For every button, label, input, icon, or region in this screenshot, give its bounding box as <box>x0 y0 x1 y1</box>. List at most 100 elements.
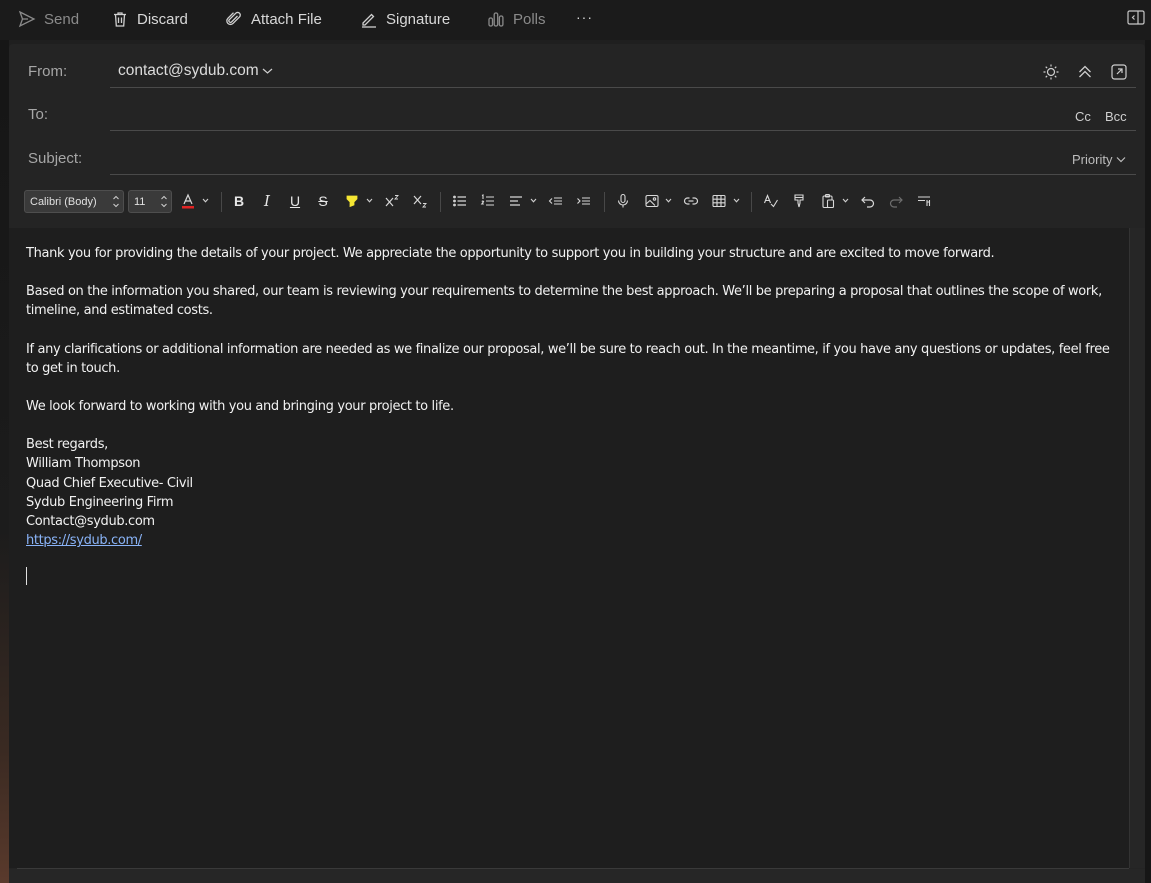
font-family-value: Calibri (Body) <box>30 195 97 208</box>
chevron-down-icon[interactable] <box>842 198 849 203</box>
compose-pane: From: contact@sydub.com To: Cc Bcc Subje… <box>9 44 1145 883</box>
strikethrough-button[interactable]: S <box>314 192 332 210</box>
microphone-icon <box>617 193 629 208</box>
editor-bottom-border <box>17 868 1129 869</box>
font-size-select[interactable]: 11 <box>128 190 172 213</box>
font-family-select[interactable]: Calibri (Body) <box>24 190 124 213</box>
signature-button[interactable]: Signature <box>360 7 450 31</box>
polls-button[interactable]: Polls <box>487 7 546 31</box>
send-icon <box>18 10 36 28</box>
chevron-down-icon[interactable] <box>665 198 672 203</box>
insert-table-button[interactable] <box>710 192 728 210</box>
undo-icon <box>861 196 875 208</box>
align-left-icon <box>510 196 522 206</box>
redo-icon <box>889 196 903 208</box>
editor-scrollbar[interactable] <box>1129 228 1145 868</box>
signature-company: Sydub Engineering Firm <box>26 494 174 510</box>
trash-icon <box>114 12 126 27</box>
poll-chart-icon <box>488 12 504 27</box>
subject-input[interactable] <box>110 139 1050 171</box>
bold-icon: B <box>233 193 245 209</box>
discard-label: Discard <box>137 10 188 28</box>
sun-theme-icon[interactable] <box>1042 63 1060 81</box>
superscript-button[interactable] <box>383 192 401 210</box>
to-label: To: <box>28 106 49 123</box>
send-button[interactable]: Send <box>18 7 79 31</box>
subject-divider <box>110 174 1136 175</box>
editor-button[interactable] <box>762 192 780 210</box>
collapse-up-icon[interactable] <box>1076 63 1094 81</box>
subject-row: Subject: Priority <box>9 131 1145 175</box>
bcc-button[interactable]: Bcc <box>1105 109 1127 124</box>
toolbar-separator <box>440 192 441 212</box>
insert-link-button[interactable] <box>682 192 700 210</box>
bold-button[interactable]: B <box>230 192 248 210</box>
signature-label: Signature <box>386 10 451 28</box>
more-options-icon: ··· <box>576 9 593 25</box>
message-body-editor[interactable]: Thank you for providing the details of y… <box>9 228 1129 868</box>
chevron-down-icon <box>1117 157 1126 163</box>
attach-file-button[interactable]: Attach File <box>225 7 322 31</box>
bulleted-list-button[interactable] <box>451 192 469 210</box>
underline-icon: U <box>289 193 301 209</box>
pop-out-icon[interactable] <box>1110 63 1128 81</box>
polls-label: Polls <box>513 10 546 28</box>
toolbar-separator <box>751 192 752 212</box>
from-account-selector[interactable]: contact@sydub.com <box>118 62 273 80</box>
send-label: Send <box>44 10 80 28</box>
more-options-button[interactable]: ··· <box>576 5 593 29</box>
signature-name: William Thompson <box>26 456 141 472</box>
paste-button[interactable] <box>819 192 837 210</box>
dock-window-icon[interactable] <box>1127 10 1145 26</box>
priority-label: Priority <box>1072 152 1113 167</box>
font-size-value: 11 <box>134 195 146 208</box>
undo-button[interactable] <box>859 192 877 210</box>
link-icon <box>683 197 699 205</box>
from-label: From: <box>28 63 68 80</box>
strikethrough-icon: S <box>318 193 328 209</box>
underline-button[interactable]: U <box>286 192 304 210</box>
priority-dropdown[interactable]: Priority <box>1072 152 1126 167</box>
toolbar-separator <box>604 192 605 212</box>
chevron-down-icon[interactable] <box>733 198 740 203</box>
align-button[interactable] <box>507 192 525 210</box>
from-row: From: contact@sydub.com <box>9 44 1145 88</box>
dictate-button[interactable] <box>614 192 632 210</box>
to-row: To: Cc Bcc <box>9 87 1145 131</box>
to-input[interactable] <box>110 95 1050 127</box>
format-painter-icon <box>794 194 804 208</box>
increase-indent-button[interactable] <box>575 192 593 210</box>
toolbar-separator <box>221 192 222 212</box>
text-cursor <box>26 567 27 585</box>
more-formatting-button[interactable] <box>915 192 933 210</box>
signature-pen-icon <box>362 13 376 28</box>
italic-button[interactable]: I <box>258 192 276 210</box>
signature-closing: Best regards, <box>26 437 108 453</box>
redo-button[interactable] <box>887 192 905 210</box>
font-color-button[interactable] <box>179 192 197 210</box>
body-paragraph: We look forward to working with you and … <box>26 399 454 415</box>
chevron-down-icon[interactable] <box>530 198 537 203</box>
numbered-list-icon <box>480 194 494 206</box>
signature-website-link[interactable]: https://sydub.com/ <box>26 533 142 548</box>
signature-title: Quad Chief Executive- Civil <box>26 475 193 491</box>
chevron-down-icon[interactable] <box>202 198 209 203</box>
more-formatting-icon <box>918 196 931 206</box>
insert-picture-button[interactable] <box>643 192 661 210</box>
highlight-button[interactable] <box>343 192 361 210</box>
cc-button[interactable]: Cc <box>1075 109 1091 124</box>
decrease-indent-button[interactable] <box>547 192 565 210</box>
format-painter-button[interactable] <box>790 192 808 210</box>
body-paragraph: Thank you for providing the details of y… <box>26 246 995 261</box>
signature-email: Contact@sydub.com <box>26 514 155 530</box>
numbered-list-button[interactable] <box>479 192 497 210</box>
subscript-button[interactable] <box>411 192 429 210</box>
italic-icon: I <box>264 192 270 210</box>
from-address: contact@sydub.com <box>118 62 259 79</box>
chevron-down-icon[interactable] <box>366 198 373 203</box>
chevron-down-icon <box>262 68 273 74</box>
discard-button[interactable]: Discard <box>111 7 188 31</box>
body-paragraph: Based on the information you shared, our… <box>26 284 1102 319</box>
formatting-toolbar: Calibri (Body) 11 B I U S <box>9 184 1145 220</box>
bullet-list-icon <box>453 195 466 207</box>
